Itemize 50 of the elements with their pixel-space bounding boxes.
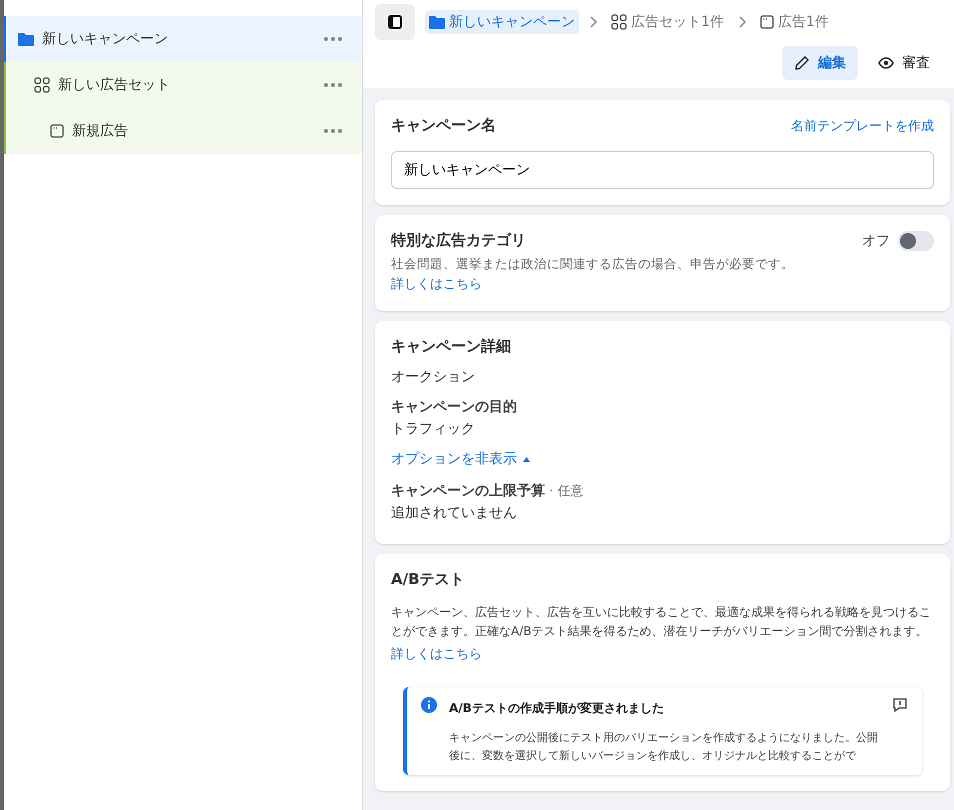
breadcrumb[interactable]: 広告1件 [756,10,833,34]
eye-icon [878,57,894,69]
review-button[interactable]: 審査 [866,46,942,80]
hide-options-link[interactable]: オプションを非表示 [391,450,530,468]
card-title: キャンペーン名 [391,116,496,135]
tree-item-label: 新しい広告セット [58,76,171,94]
grid-icon [34,77,50,93]
more-icon[interactable] [324,37,342,41]
tree-item-label: 新しいキャンペーン [42,30,169,48]
input-field[interactable]: 新しいキャンペーン [391,151,934,189]
toggle-switch[interactable] [898,231,934,251]
buying-type: オークション [391,368,476,386]
description: 社会問題、選挙または政治に関連する広告の場合、申告が必要です。 詳しくはこちら [391,255,795,294]
breadcrumb[interactable]: 新しいキャンペーン [425,10,579,34]
budget-value: 追加されていません [391,504,518,522]
link[interactable]: 詳しくはこちら [391,277,482,292]
link[interactable]: 名前テンプレートを作成 [791,116,934,134]
window-icon [50,124,64,138]
breadcrumb[interactable]: 広告セット1件 [607,10,728,34]
sidebar-toggle-button[interactable] [375,4,415,40]
objective-value: トラフィック [391,420,476,438]
info-icon [421,697,437,713]
tree-item[interactable]: 新規広告 [4,108,362,154]
more-icon[interactable] [324,129,342,133]
edit-button[interactable]: 編集 [782,46,858,80]
field-label: キャンペーンの目的 [391,398,518,416]
folder-icon [18,32,34,46]
sidebar-icon [387,14,403,30]
card-title: 特別な広告カテゴリ [391,231,527,250]
chevron-icon [738,16,746,28]
grid-icon [611,14,627,30]
card-title: A/Bテスト [391,570,466,589]
notice-text: キャンペーンの公開後にテスト用のバリエーションを作成するようになりました。公開後に、変数を選択して新しいバージョンを作成し、オリジナルと比較することがで [449,730,879,764]
feedback-icon[interactable] [892,697,908,713]
notice-title: A/Bテストの作成手順が変更されました [449,701,664,715]
optional-hint: · 任意 [549,483,584,500]
field-label: キャンペーンの上限予算 [391,482,545,500]
window-icon [760,15,774,29]
more-icon[interactable] [324,83,342,87]
tree-item[interactable]: 新しい広告セット [4,62,362,108]
description: キャンペーン、広告セット、広告を互いに比較することで、最適な成果を得られる戦略を見つけることができます。正確なA/Bテスト結果を得るため、潜在リーチがバリエーション間で分割されます。 [391,604,932,640]
toggle-label: オフ [862,232,890,250]
card-title: キャンペーン詳細 [391,337,512,356]
folder-icon [429,15,445,29]
chevron-icon [589,16,597,28]
caret-icon [523,456,530,462]
tree-item[interactable]: 新しいキャンペーン [4,16,362,62]
link[interactable]: 詳しくはこちら [391,645,482,663]
pencil-icon [794,55,810,71]
tree-item-label: 新規広告 [72,122,129,140]
